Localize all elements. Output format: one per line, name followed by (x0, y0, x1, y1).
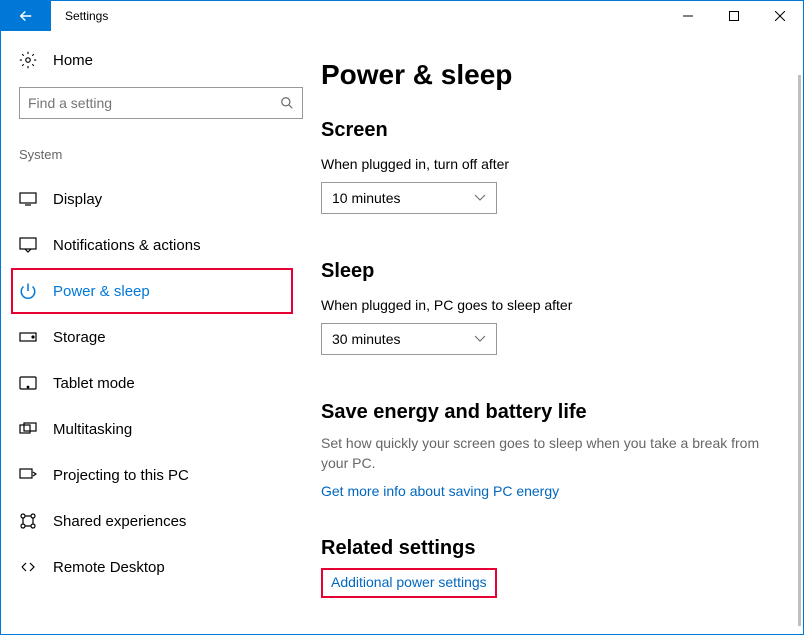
nav-label: Shared experiences (53, 513, 186, 530)
tablet-icon (19, 374, 37, 392)
search-field[interactable] (28, 95, 280, 111)
nav-power-sleep[interactable]: Power & sleep (11, 268, 293, 314)
related-heading: Related settings (321, 537, 763, 560)
nav-multitasking[interactable]: Multitasking (19, 406, 293, 452)
nav-projecting[interactable]: Projecting to this PC (19, 452, 293, 498)
back-button[interactable] (1, 1, 51, 31)
energy-desc: Set how quickly your screen goes to slee… (321, 434, 763, 473)
projecting-icon (19, 466, 37, 484)
sleep-label: When plugged in, PC goes to sleep after (321, 297, 763, 313)
nav-shared-experiences[interactable]: Shared experiences (19, 498, 293, 544)
chevron-down-icon (474, 335, 486, 343)
shared-icon (19, 512, 37, 530)
nav-label: Multitasking (53, 421, 132, 438)
main-content: Power & sleep Screen When plugged in, tu… (311, 31, 803, 634)
sidebar: Home System Display Notifications & acti… (1, 31, 311, 634)
screen-heading: Screen (321, 119, 763, 142)
nav-label: Storage (53, 329, 106, 346)
nav-label: Remote Desktop (53, 559, 165, 576)
storage-icon (19, 328, 37, 346)
nav-remote-desktop[interactable]: Remote Desktop (19, 544, 293, 590)
maximize-button[interactable] (711, 1, 757, 31)
nav-tablet-mode[interactable]: Tablet mode (19, 360, 293, 406)
arrow-left-icon (17, 7, 35, 25)
nav-label: Power & sleep (53, 283, 150, 300)
scrollbar[interactable] (798, 75, 801, 626)
home-label: Home (53, 52, 93, 69)
screen-timeout-dropdown[interactable]: 10 minutes (321, 182, 497, 214)
window-controls (665, 1, 803, 31)
energy-heading: Save energy and battery life (321, 401, 763, 424)
close-button[interactable] (757, 1, 803, 31)
nav-label: Display (53, 191, 102, 208)
additional-power-highlight: Additional power settings (321, 568, 497, 598)
search-input[interactable] (19, 87, 303, 119)
additional-power-link[interactable]: Additional power settings (331, 574, 487, 590)
power-icon (19, 282, 37, 300)
minimize-icon (683, 11, 693, 21)
sleep-heading: Sleep (321, 260, 763, 283)
chevron-down-icon (474, 194, 486, 202)
nav-label: Tablet mode (53, 375, 135, 392)
display-icon (19, 190, 37, 208)
gear-icon (19, 51, 37, 69)
close-icon (775, 11, 785, 21)
window-title: Settings (65, 9, 108, 23)
sleep-timeout-dropdown[interactable]: 30 minutes (321, 323, 497, 355)
nav-storage[interactable]: Storage (19, 314, 293, 360)
nav-label: Notifications & actions (53, 237, 201, 254)
maximize-icon (729, 11, 739, 21)
nav-display[interactable]: Display (19, 176, 293, 222)
notifications-icon (19, 236, 37, 254)
titlebar: Settings (1, 1, 803, 31)
nav-notifications[interactable]: Notifications & actions (19, 222, 293, 268)
remote-icon (19, 558, 37, 576)
energy-info-link[interactable]: Get more info about saving PC energy (321, 483, 559, 499)
dropdown-value: 30 minutes (332, 331, 400, 347)
nav-label: Projecting to this PC (53, 467, 189, 484)
group-label: System (19, 147, 293, 162)
home-button[interactable]: Home (19, 51, 293, 69)
minimize-button[interactable] (665, 1, 711, 31)
page-title: Power & sleep (321, 59, 763, 91)
multitasking-icon (19, 420, 37, 438)
search-icon (280, 96, 294, 110)
dropdown-value: 10 minutes (332, 190, 400, 206)
screen-label: When plugged in, turn off after (321, 156, 763, 172)
